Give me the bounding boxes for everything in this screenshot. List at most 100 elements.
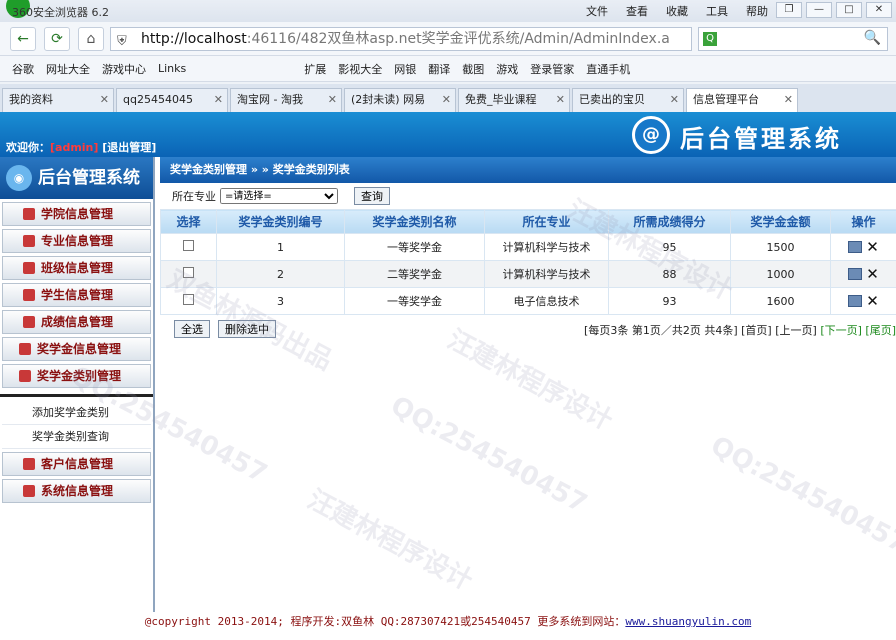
pager-last[interactable]: [尾页] — [865, 324, 896, 337]
security-shield-icon: ⛨ — [117, 34, 127, 49]
sidebar: ◉ 后台管理系统 学院信息管理 专业信息管理 班级信息管理 学生信息管理 成绩信… — [0, 157, 155, 612]
edit-icon[interactable] — [848, 295, 863, 307]
sidebar-item-scholarship-category[interactable]: 奖学金类别管理 — [2, 364, 151, 388]
website-link[interactable]: www.shuangyulin.com — [625, 615, 751, 628]
pager-prev[interactable]: [上一页] — [775, 324, 817, 337]
sidebar-sub-query-category[interactable]: 奖学金类别查询 — [2, 425, 151, 449]
fav-url-directory[interactable]: 网址大全 — [46, 61, 90, 77]
browser-app-name: 360安全浏览器 6.2 — [12, 6, 109, 19]
row-checkbox[interactable] — [183, 267, 194, 278]
browser-tab-active[interactable]: 信息管理平台 ✕ — [686, 88, 798, 112]
browser-tab[interactable]: 我的资料 ✕ — [2, 88, 114, 112]
maximize-icon[interactable]: □ — [836, 2, 862, 18]
table-row: 1 一等奖学金 计算机科学与技术 95 1500 ✕ — [160, 233, 896, 261]
refresh-button[interactable]: ⟳ — [44, 27, 70, 51]
sidebar-item-class[interactable]: 班级信息管理 — [2, 256, 151, 280]
sidebar-item-customer[interactable]: 客户信息管理 — [2, 452, 151, 476]
table-row: 3 一等奖学金 电子信息技术 93 1600 ✕ — [160, 287, 896, 315]
minimize-icon[interactable]: — — [806, 2, 832, 18]
fav-links[interactable]: Links — [158, 62, 186, 75]
url-input[interactable]: ⛨ http://localhost:46116/482双鱼林asp.net奖学… — [110, 27, 692, 51]
browser-tab[interactable]: 淘宝网 - 淘我 ✕ — [230, 88, 342, 112]
sidebar-item-grades[interactable]: 成绩信息管理 — [2, 310, 151, 334]
fav-translate[interactable]: 翻译 — [428, 61, 450, 77]
delete-icon[interactable]: ✕ — [866, 238, 879, 256]
menu-help[interactable]: 帮助 — [746, 3, 768, 19]
url-host: http://localhost — [141, 31, 247, 47]
fav-extensions[interactable]: 扩展 — [304, 61, 326, 77]
sidebar-submenu: 添加奖学金类别 奖学金类别查询 — [0, 394, 153, 449]
tab-close-icon[interactable]: ✕ — [670, 89, 679, 111]
menu-view[interactable]: 查看 — [626, 3, 648, 19]
tab-close-icon[interactable]: ✕ — [442, 89, 451, 111]
cell-major: 计算机科学与技术 — [484, 260, 609, 288]
fav-login-manager[interactable]: 登录管家 — [530, 61, 574, 77]
major-select[interactable]: =请选择= — [220, 188, 338, 204]
pager-first[interactable]: [首页] — [741, 324, 772, 337]
restore-icon[interactable]: ❐ — [776, 2, 802, 18]
tab-close-icon[interactable]: ✕ — [100, 89, 109, 111]
browser-tab[interactable]: 免费_毕业课程 ✕ — [458, 88, 570, 112]
select-all-button[interactable]: 全选 — [174, 320, 210, 338]
pager-bar: 全选 删除选中 [每页3条 第1页／共2页 共4条] [首页] [上一页] [下… — [160, 316, 896, 342]
admin-header: 欢迎你：[admin] [退出管理] @ 后台管理系统 — [0, 112, 896, 157]
url-path: :46116/482双鱼林asp.net奖学金评优系统/Admin/AdminI… — [246, 31, 670, 47]
tab-close-icon[interactable]: ✕ — [328, 89, 337, 111]
edit-icon[interactable] — [848, 241, 863, 253]
browser-tab[interactable]: 已卖出的宝贝 ✕ — [572, 88, 684, 112]
welcome-text: 欢迎你：[admin] [退出管理] — [6, 141, 157, 154]
search-engine-icon[interactable]: Q — [703, 32, 717, 46]
fav-bank[interactable]: 网银 — [394, 61, 416, 77]
home-button[interactable]: ⌂ — [78, 27, 104, 51]
search-box[interactable]: Q 🔍 — [698, 27, 888, 51]
fav-screenshot[interactable]: 截图 — [462, 61, 484, 77]
delete-icon[interactable]: ✕ — [866, 265, 879, 283]
tab-close-icon[interactable]: ✕ — [556, 89, 565, 111]
edit-icon[interactable] — [848, 268, 863, 280]
folder-icon — [23, 262, 35, 274]
system-logo-icon: @ — [632, 116, 670, 154]
fav-google[interactable]: 谷歌 — [12, 61, 34, 77]
query-button[interactable]: 查询 — [354, 187, 390, 205]
col-amount: 奖学金金额 — [730, 209, 831, 234]
delete-icon[interactable]: ✕ — [866, 292, 879, 310]
sidebar-item-college[interactable]: 学院信息管理 — [2, 202, 151, 226]
tab-close-icon[interactable]: ✕ — [214, 89, 223, 111]
cell-name: 一等奖学金 — [344, 233, 485, 261]
col-major: 所在专业 — [484, 209, 609, 234]
row-checkbox[interactable] — [183, 240, 194, 251]
back-button[interactable]: ← — [10, 27, 36, 51]
fav-phone[interactable]: 直通手机 — [586, 61, 630, 77]
browser-tab-bar: 我的资料 ✕ qq25454045 ✕ 淘宝网 - 淘我 ✕ (2封未读) 网易 ✕ 免… — [0, 84, 896, 112]
sidebar-item-student[interactable]: 学生信息管理 — [2, 283, 151, 307]
pager-info: [每页3条 第1页／共2页 共4条] — [584, 324, 738, 337]
menu-file[interactable]: 文件 — [586, 3, 608, 19]
sidebar-sub-add-category[interactable]: 添加奖学金类别 — [2, 401, 151, 425]
cell-id: 3 — [216, 287, 345, 315]
tab-close-icon[interactable]: ✕ — [784, 89, 793, 111]
logout-link[interactable]: [退出管理] — [102, 141, 156, 154]
close-window-icon[interactable]: ✕ — [866, 2, 892, 18]
delete-selected-button[interactable]: 删除选中 — [218, 320, 276, 338]
browser-tab[interactable]: qq25454045 ✕ — [116, 88, 228, 112]
sidebar-item-scholarship[interactable]: 奖学金信息管理 — [2, 337, 151, 361]
pagination: [每页3条 第1页／共2页 共4条] [首页] [上一页] [下一页] [尾页] — [584, 322, 896, 338]
browser-tab[interactable]: (2封未读) 网易 ✕ — [344, 88, 456, 112]
col-category-name: 奖学金类别名称 — [344, 209, 485, 234]
fav-games[interactable]: 游戏 — [496, 61, 518, 77]
search-icon[interactable]: 🔍 — [864, 30, 881, 46]
fav-video[interactable]: 影视大全 — [338, 61, 382, 77]
menu-favorites[interactable]: 收藏 — [666, 3, 688, 19]
browser-menu-bar: 文件 查看 收藏 工具 帮助 — [586, 3, 768, 19]
fav-game-center[interactable]: 游戏中心 — [102, 61, 146, 77]
folder-icon — [23, 485, 35, 497]
favorites-bar: 谷歌 网址大全 游戏中心 Links 扩展 影视大全 网银 翻译 截图 游戏 登… — [0, 56, 896, 82]
menu-tools[interactable]: 工具 — [706, 3, 728, 19]
sidebar-item-system[interactable]: 系统信息管理 — [2, 479, 151, 503]
admin-globe-icon: ◉ — [6, 165, 32, 191]
scholarship-category-table: 选择 奖学金类别编号 奖学金类别名称 所在专业 所需成绩得分 奖学金金额 操作 … — [160, 209, 896, 315]
pager-next[interactable]: [下一页] — [820, 324, 862, 337]
filter-label: 所在专业 — [172, 190, 216, 203]
sidebar-item-major[interactable]: 专业信息管理 — [2, 229, 151, 253]
row-checkbox[interactable] — [183, 294, 194, 305]
